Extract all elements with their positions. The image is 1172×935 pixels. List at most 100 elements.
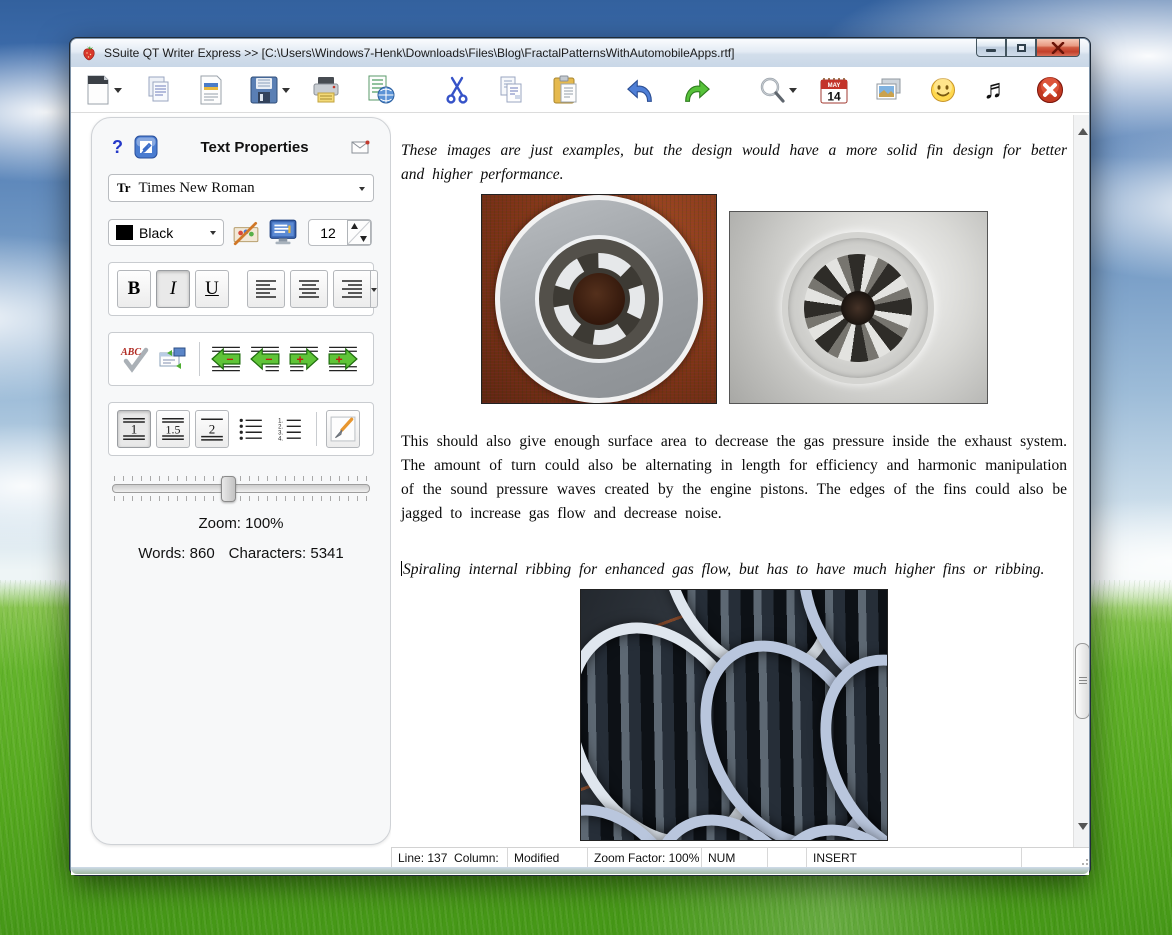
help-button[interactable]: ? bbox=[112, 137, 134, 158]
edit-note-icon[interactable] bbox=[134, 135, 158, 159]
chevron-down-icon bbox=[210, 231, 216, 238]
scroll-down-icon[interactable] bbox=[1078, 823, 1088, 835]
maximize-button[interactable] bbox=[1006, 38, 1036, 57]
spacing-2-icon: 2 bbox=[199, 416, 225, 442]
words-count: Words: 860 bbox=[138, 545, 214, 562]
bullet-list-button[interactable] bbox=[234, 410, 268, 448]
outdent-more-button[interactable]: − bbox=[209, 340, 243, 378]
redo-icon bbox=[681, 76, 711, 104]
status-line-column: Line: 137 Column: 1 bbox=[392, 848, 508, 868]
move-text-button[interactable] bbox=[156, 340, 190, 378]
document-area[interactable]: These images are just examples, but the … bbox=[391, 115, 1089, 847]
window-title: SSuite QT Writer Express >> [C:\Users\Wi… bbox=[104, 46, 734, 60]
format-painter-button[interactable] bbox=[326, 410, 360, 448]
exhaust-pipe-photo-rusty[interactable] bbox=[481, 194, 717, 404]
paste-icon bbox=[551, 75, 579, 105]
text-caret bbox=[401, 561, 402, 576]
print-button[interactable] bbox=[311, 73, 341, 107]
paragraph[interactable]: These images are just examples, but the … bbox=[401, 139, 1067, 187]
titlebar[interactable]: SSuite QT Writer Express >> [C:\Users\Wi… bbox=[71, 39, 1089, 67]
chevron-down-icon bbox=[371, 288, 377, 295]
app-window: SSuite QT Writer Express >> [C:\Users\Wi… bbox=[70, 38, 1090, 875]
paragraph[interactable]: This should also give enough surface are… bbox=[401, 430, 1067, 526]
find-dropdown-arrow-icon[interactable] bbox=[789, 88, 797, 97]
exhaust-pipe-photo-steel[interactable] bbox=[729, 211, 988, 404]
print-icon bbox=[311, 75, 341, 105]
document-text[interactable]: These images are just examples, but the … bbox=[391, 115, 1073, 847]
undo-button[interactable] bbox=[626, 73, 656, 107]
close-button[interactable] bbox=[1036, 38, 1080, 57]
smiley-icon bbox=[928, 75, 958, 105]
numbered-list-button[interactable]: 1. 2. 3. 4. bbox=[273, 410, 307, 448]
indent-button[interactable]: + bbox=[287, 340, 321, 378]
highlight-color-button[interactable] bbox=[232, 220, 260, 246]
group-separator bbox=[199, 342, 200, 376]
size-up-down-icon[interactable] bbox=[347, 220, 371, 245]
font-size-spinner[interactable]: 12 bbox=[308, 219, 372, 246]
zoom-slider-handle[interactable] bbox=[221, 476, 236, 502]
line-spacing-15-button[interactable]: 1.5 bbox=[156, 410, 190, 448]
font-size-value: 12 bbox=[309, 225, 347, 241]
font-color-select[interactable]: Black bbox=[108, 219, 224, 246]
bold-button[interactable]: B bbox=[117, 270, 151, 308]
minimize-icon bbox=[986, 49, 996, 52]
paste-button[interactable] bbox=[551, 73, 579, 107]
spacing-15-icon: 1.5 bbox=[160, 416, 186, 442]
insert-music-note-button[interactable]: ♬ bbox=[983, 73, 1010, 107]
document-images-row bbox=[401, 194, 1067, 404]
screen-font-button[interactable] bbox=[268, 219, 298, 246]
spiral-pipes-render[interactable] bbox=[580, 589, 888, 841]
align-justify-button[interactable] bbox=[333, 270, 371, 308]
paragraph-group: 1 1.5 2 bbox=[108, 402, 374, 456]
new-document-button[interactable] bbox=[85, 73, 111, 107]
minimize-button[interactable] bbox=[976, 38, 1006, 57]
paragraph[interactable]: Spiraling internal ribbing for enhanced … bbox=[401, 558, 1067, 582]
color-name-value: Black bbox=[139, 225, 204, 241]
zoom-slider[interactable] bbox=[112, 484, 370, 493]
numbered-list-icon: 1. 2. 3. 4. bbox=[277, 416, 303, 442]
cut-button[interactable] bbox=[443, 73, 471, 107]
svg-text:1: 1 bbox=[131, 421, 138, 436]
indent-more-button[interactable]: + bbox=[326, 340, 360, 378]
spellcheck-button[interactable]: ABC bbox=[117, 340, 151, 378]
undo-icon bbox=[626, 76, 656, 104]
line-spacing-1-button[interactable]: 1 bbox=[117, 410, 151, 448]
find-button[interactable] bbox=[758, 73, 786, 107]
panel-header: ? Text Properties bbox=[108, 132, 374, 162]
align-center-button[interactable] bbox=[290, 270, 328, 308]
align-left-button[interactable] bbox=[247, 270, 285, 308]
calendar-icon: MAY 14 bbox=[818, 75, 848, 105]
spellcheck-icon: ABC bbox=[119, 344, 149, 374]
resize-grip[interactable] bbox=[1022, 848, 1089, 868]
svg-text:+: + bbox=[336, 352, 343, 366]
copy-button[interactable] bbox=[496, 73, 526, 107]
insert-image-button[interactable] bbox=[873, 73, 903, 107]
exit-button[interactable] bbox=[1035, 73, 1065, 107]
vertical-scrollbar[interactable] bbox=[1073, 115, 1089, 847]
line-spacing-2-button[interactable]: 2 bbox=[195, 410, 229, 448]
open-file-button[interactable] bbox=[143, 73, 173, 107]
underline-button[interactable]: U bbox=[195, 270, 229, 308]
italic-button[interactable]: I bbox=[156, 270, 190, 308]
strawberry-app-icon bbox=[81, 45, 97, 61]
status-modified: Modified bbox=[508, 848, 588, 868]
svg-text:14: 14 bbox=[827, 89, 841, 103]
document-template-button[interactable] bbox=[198, 73, 224, 107]
redo-button[interactable] bbox=[681, 73, 711, 107]
envelope-icon[interactable] bbox=[351, 140, 370, 154]
scrollbar-thumb[interactable] bbox=[1075, 643, 1089, 719]
save-dropdown-arrow-icon[interactable] bbox=[282, 88, 290, 97]
slider-ticks-top bbox=[114, 476, 368, 481]
new-dropdown-arrow-icon[interactable] bbox=[114, 88, 122, 97]
font-family-select[interactable]: Tr Times New Roman bbox=[108, 174, 374, 202]
scroll-up-icon[interactable] bbox=[1078, 123, 1088, 135]
outdent-button[interactable]: − bbox=[248, 340, 282, 378]
cut-icon bbox=[443, 75, 471, 105]
close-icon bbox=[1051, 42, 1065, 54]
insert-smiley-button[interactable] bbox=[928, 73, 958, 107]
print-preview-button[interactable] bbox=[366, 73, 396, 107]
alignment-dropdown[interactable] bbox=[371, 270, 378, 308]
calendar-button[interactable]: MAY 14 bbox=[818, 73, 848, 107]
save-button[interactable] bbox=[249, 73, 279, 107]
status-zoom-factor: Zoom Factor: 100% bbox=[588, 848, 702, 868]
